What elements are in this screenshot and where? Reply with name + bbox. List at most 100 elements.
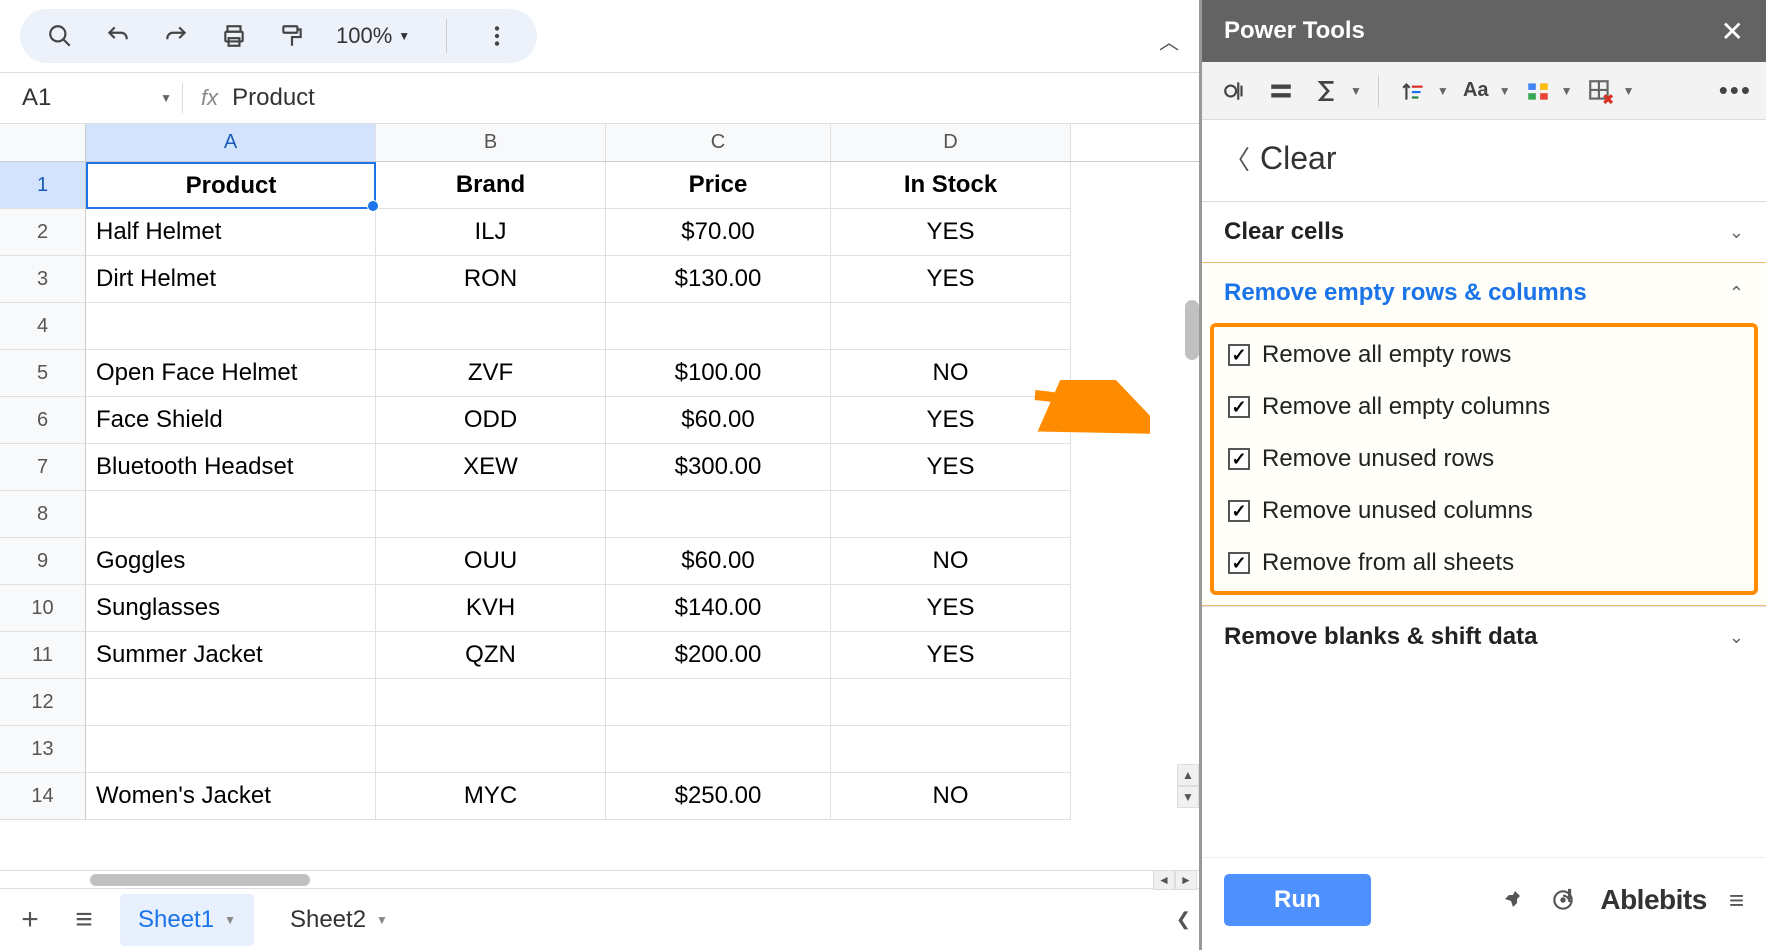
print-icon[interactable] xyxy=(220,22,248,50)
chevron-down-icon[interactable]: ▼ xyxy=(376,913,388,927)
cell[interactable]: YES xyxy=(831,397,1071,444)
section-header-remove-empty[interactable]: Remove empty rows & columns ⌃ xyxy=(1202,263,1766,323)
cell[interactable]: $130.00 xyxy=(606,256,831,303)
row-header[interactable]: 8 xyxy=(0,491,86,538)
cell[interactable]: Women's Jacket xyxy=(86,773,376,820)
formula-value[interactable]: Product xyxy=(232,84,315,112)
cell[interactable]: MYC xyxy=(376,773,606,820)
cell[interactable]: $200.00 xyxy=(606,632,831,679)
cell[interactable]: NO xyxy=(831,350,1071,397)
name-box[interactable]: A1 ▼ xyxy=(12,84,182,112)
row-header[interactable]: 14 xyxy=(0,773,86,820)
cell[interactable]: Bluetooth Headset xyxy=(86,444,376,491)
cell[interactable]: QZN xyxy=(376,632,606,679)
add-sheet-button[interactable]: + xyxy=(12,902,48,938)
cell[interactable]: YES xyxy=(831,209,1071,256)
scroll-down-icon[interactable]: ▼ xyxy=(1177,786,1199,808)
dedupe-icon[interactable] xyxy=(1216,72,1254,110)
all-sheets-button[interactable]: ≡ xyxy=(66,902,102,938)
checkbox-option[interactable]: Remove all empty columns xyxy=(1228,393,1740,421)
redo-icon[interactable] xyxy=(162,22,190,50)
cell[interactable] xyxy=(606,491,831,538)
cell[interactable]: Product xyxy=(86,162,376,209)
cell[interactable] xyxy=(606,726,831,773)
checkbox[interactable] xyxy=(1228,344,1250,366)
vertical-scrollbar-thumb[interactable] xyxy=(1185,300,1199,360)
cell[interactable]: Goggles xyxy=(86,538,376,585)
cell[interactable]: YES xyxy=(831,444,1071,491)
select-all-corner[interactable] xyxy=(0,124,86,161)
row-header[interactable]: 1 xyxy=(0,162,86,209)
expand-side-panel-icon[interactable]: ❮ xyxy=(1176,909,1191,930)
more-horiz-icon[interactable]: ••• xyxy=(1719,75,1752,106)
chevron-down-icon[interactable]: ▼ xyxy=(224,913,236,927)
cell[interactable] xyxy=(376,679,606,726)
undo-icon[interactable] xyxy=(104,22,132,50)
checkbox[interactable] xyxy=(1228,396,1250,418)
cell[interactable] xyxy=(86,491,376,538)
cell[interactable] xyxy=(606,679,831,726)
cell[interactable]: $70.00 xyxy=(606,209,831,256)
sort-icon[interactable] xyxy=(1395,72,1433,110)
breadcrumb[interactable]: 〈 Clear xyxy=(1202,120,1766,201)
menu-icon[interactable]: ≡ xyxy=(1729,885,1744,916)
split-icon[interactable] xyxy=(1519,72,1557,110)
cell[interactable]: RON xyxy=(376,256,606,303)
col-header-b[interactable]: B xyxy=(376,124,606,161)
cell[interactable] xyxy=(86,303,376,350)
row-header[interactable]: 12 xyxy=(0,679,86,726)
section-header-remove-blanks[interactable]: Remove blanks & shift data ⌄ xyxy=(1202,607,1766,667)
cell[interactable]: KVH xyxy=(376,585,606,632)
checkbox[interactable] xyxy=(1228,448,1250,470)
cell[interactable]: OUU xyxy=(376,538,606,585)
cell[interactable] xyxy=(831,491,1071,538)
cell[interactable]: ILJ xyxy=(376,209,606,256)
more-vert-icon[interactable] xyxy=(483,22,511,50)
cell[interactable]: Brand xyxy=(376,162,606,209)
col-header-d[interactable]: D xyxy=(831,124,1071,161)
cell[interactable]: Sunglasses xyxy=(86,585,376,632)
cell[interactable]: Summer Jacket xyxy=(86,632,376,679)
cell[interactable] xyxy=(86,726,376,773)
clear-grid-icon[interactable] xyxy=(1581,72,1619,110)
cell[interactable]: YES xyxy=(831,585,1071,632)
cell[interactable]: $250.00 xyxy=(606,773,831,820)
cell[interactable]: Dirt Helmet xyxy=(86,256,376,303)
cell[interactable] xyxy=(376,726,606,773)
row-header[interactable]: 9 xyxy=(0,538,86,585)
search-icon[interactable] xyxy=(46,22,74,50)
cell[interactable]: ZVF xyxy=(376,350,606,397)
zoom-dropdown[interactable]: 100% ▼ xyxy=(336,23,410,49)
row-header[interactable]: 5 xyxy=(0,350,86,397)
row-header[interactable]: 11 xyxy=(0,632,86,679)
row-header[interactable]: 10 xyxy=(0,585,86,632)
cell[interactable] xyxy=(831,303,1071,350)
scroll-left-icon[interactable]: ◄ xyxy=(1153,870,1175,890)
pin-icon[interactable] xyxy=(1496,885,1526,915)
chevron-down-icon[interactable]: ▼ xyxy=(1499,84,1511,98)
row-header[interactable]: 2 xyxy=(0,209,86,256)
row-header[interactable]: 7 xyxy=(0,444,86,491)
chevron-down-icon[interactable]: ▼ xyxy=(1350,84,1362,98)
cell[interactable] xyxy=(86,679,376,726)
scroll-up-icon[interactable]: ▲ xyxy=(1177,764,1199,786)
chevron-down-icon[interactable]: ▼ xyxy=(1561,84,1573,98)
checkbox[interactable] xyxy=(1228,500,1250,522)
cell[interactable] xyxy=(376,491,606,538)
checkbox-option[interactable]: Remove unused rows xyxy=(1228,445,1740,473)
checkbox-option[interactable]: Remove unused columns xyxy=(1228,497,1740,525)
checkbox-option[interactable]: Remove from all sheets xyxy=(1228,549,1740,577)
cell[interactable] xyxy=(831,726,1071,773)
cell[interactable]: XEW xyxy=(376,444,606,491)
run-button[interactable]: Run xyxy=(1224,874,1371,926)
fx-icon[interactable]: fx xyxy=(201,85,218,111)
cell[interactable]: ODD xyxy=(376,397,606,444)
col-header-a[interactable]: A xyxy=(86,124,376,161)
horizontal-scrollbar-thumb[interactable] xyxy=(90,874,310,886)
scroll-right-icon[interactable]: ► xyxy=(1175,870,1197,890)
cell[interactable]: Price xyxy=(606,162,831,209)
cell[interactable]: $60.00 xyxy=(606,397,831,444)
cell[interactable]: YES xyxy=(831,256,1071,303)
cell[interactable]: In Stock xyxy=(831,162,1071,209)
collapse-toolbar-icon[interactable]: ︿ xyxy=(1159,26,1179,55)
